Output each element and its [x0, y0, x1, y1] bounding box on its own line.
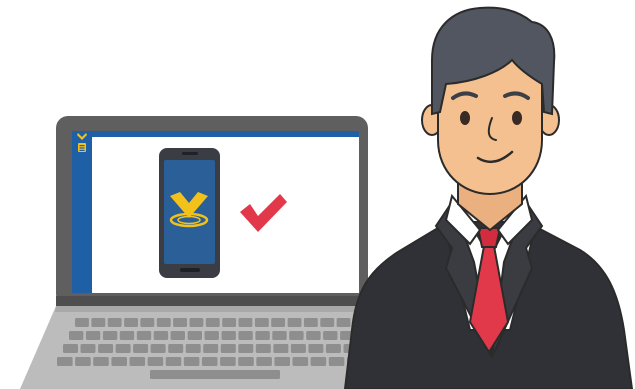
laptop-base-edge — [55, 306, 368, 312]
keyboard-key — [173, 318, 187, 327]
keyboard-key — [320, 318, 335, 327]
keyboard-key — [325, 344, 341, 353]
keyboard-key — [93, 357, 109, 366]
keyboard-key — [306, 331, 321, 340]
keyboard-key — [185, 344, 201, 353]
keyboard-key — [292, 357, 309, 366]
keyboard-key — [133, 344, 149, 353]
keyboard-key — [98, 344, 114, 353]
keyboard-key — [129, 357, 146, 366]
keyboard-key — [238, 357, 254, 366]
scene — [0, 0, 635, 389]
right-eye — [512, 111, 522, 125]
keyboard-key — [323, 331, 338, 340]
keyboard-key — [238, 318, 253, 327]
keyboard-key — [85, 331, 101, 340]
keyboard-key — [273, 344, 289, 353]
keyboard-key — [124, 318, 138, 327]
businessman — [343, 6, 634, 389]
keyboard-key — [168, 344, 184, 353]
keyboard-key — [287, 318, 302, 327]
keyboard-key — [238, 331, 253, 340]
keyboard-key — [271, 318, 286, 327]
keyboard-key — [119, 331, 135, 340]
tie-knot — [476, 227, 502, 248]
keyboard-key — [204, 331, 219, 340]
keyboard-key — [57, 357, 73, 366]
keyboard-key — [254, 318, 269, 327]
keyboard-key — [308, 344, 324, 353]
keyboard-key — [115, 344, 131, 353]
keyboard-key — [165, 357, 182, 366]
keyboard-key — [80, 344, 96, 353]
keyboard-key — [336, 318, 351, 327]
keyboard-key — [187, 331, 202, 340]
keyboard-key — [203, 344, 219, 353]
keyboard-key — [274, 357, 290, 366]
keyboard-key — [69, 331, 84, 340]
keyboard-key — [222, 318, 237, 327]
keyboard-key — [111, 357, 127, 366]
window-sidebar — [72, 131, 92, 293]
keyboard-key — [201, 357, 218, 366]
keyboard-key — [150, 344, 166, 353]
keyboard-key — [255, 344, 271, 353]
keyboard-key — [63, 344, 78, 353]
keyboard-key — [220, 344, 236, 353]
keyboard-key — [153, 331, 169, 340]
smartphone-icon — [159, 148, 220, 278]
laptop-hinge — [56, 296, 368, 306]
keyboard-key — [183, 357, 200, 366]
keyboard-key — [303, 318, 318, 327]
keyboard-key — [272, 331, 287, 340]
keyboard-key — [170, 331, 185, 340]
window-titlebar — [72, 131, 359, 137]
keyboard-key — [91, 318, 106, 327]
keyboard-key — [156, 318, 171, 327]
keyboard-key — [238, 344, 254, 353]
left-eye — [460, 111, 470, 125]
keyboard-key — [310, 357, 327, 366]
keyboard-key — [255, 331, 270, 340]
keyboard-key — [220, 357, 236, 366]
keyboard-key — [256, 357, 272, 366]
keyboard-key — [140, 318, 155, 327]
keyboard-key — [107, 318, 122, 327]
keyboard-key — [75, 357, 91, 366]
keyboard-key — [136, 331, 152, 340]
keyboard-spacebar — [150, 370, 280, 379]
keyboard-key — [102, 331, 118, 340]
keyboard-key — [221, 331, 236, 340]
keyboard-key — [189, 318, 204, 327]
keyboard-key — [147, 357, 164, 366]
keyboard-key — [289, 331, 304, 340]
keyboard-key — [205, 318, 220, 327]
keyboard-key — [328, 357, 345, 366]
laptop — [20, 116, 372, 389]
keyboard-key — [290, 344, 306, 353]
keyboard-key — [75, 318, 89, 327]
illustration — [20, 6, 634, 389]
